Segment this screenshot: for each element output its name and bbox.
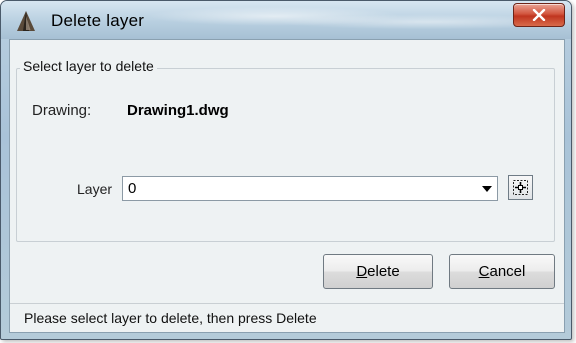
cancel-label-rest: ancel — [489, 263, 526, 280]
pick-layer-icon — [513, 180, 528, 195]
layer-label: Layer — [77, 181, 113, 197]
close-button[interactable] — [513, 3, 565, 27]
cancel-mnemonic: C — [478, 263, 490, 280]
select-layer-groupbox — [16, 68, 555, 242]
window-title: Delete layer — [51, 11, 145, 30]
layer-select-value: 0 — [128, 180, 137, 197]
groupbox-legend: Select layer to delete — [20, 58, 157, 74]
drawing-label: Drawing: — [32, 102, 92, 119]
delete-label-rest: elete — [367, 263, 400, 280]
chevron-down-icon[interactable] — [479, 179, 495, 198]
dialog-client-area: Select layer to delete Drawing: Drawing1… — [9, 39, 565, 333]
delete-button[interactable]: Delete — [323, 254, 433, 289]
layer-select[interactable]: 0 — [122, 176, 498, 201]
delete-mnemonic: D — [356, 263, 368, 280]
autocad-triangle-icon — [17, 11, 35, 31]
drawing-name: Drawing1.dwg — [127, 102, 229, 119]
status-text: Please select layer to delete, then pres… — [24, 310, 317, 326]
delete-layer-dialog: Delete layer Select layer to delete Draw… — [0, 0, 572, 340]
close-x-icon — [532, 9, 546, 21]
title-bar[interactable]: Delete layer — [1, 1, 571, 39]
status-bar: Please select layer to delete, then pres… — [10, 303, 564, 332]
cancel-button[interactable]: Cancel — [449, 254, 555, 289]
pick-layer-button[interactable] — [508, 175, 533, 200]
